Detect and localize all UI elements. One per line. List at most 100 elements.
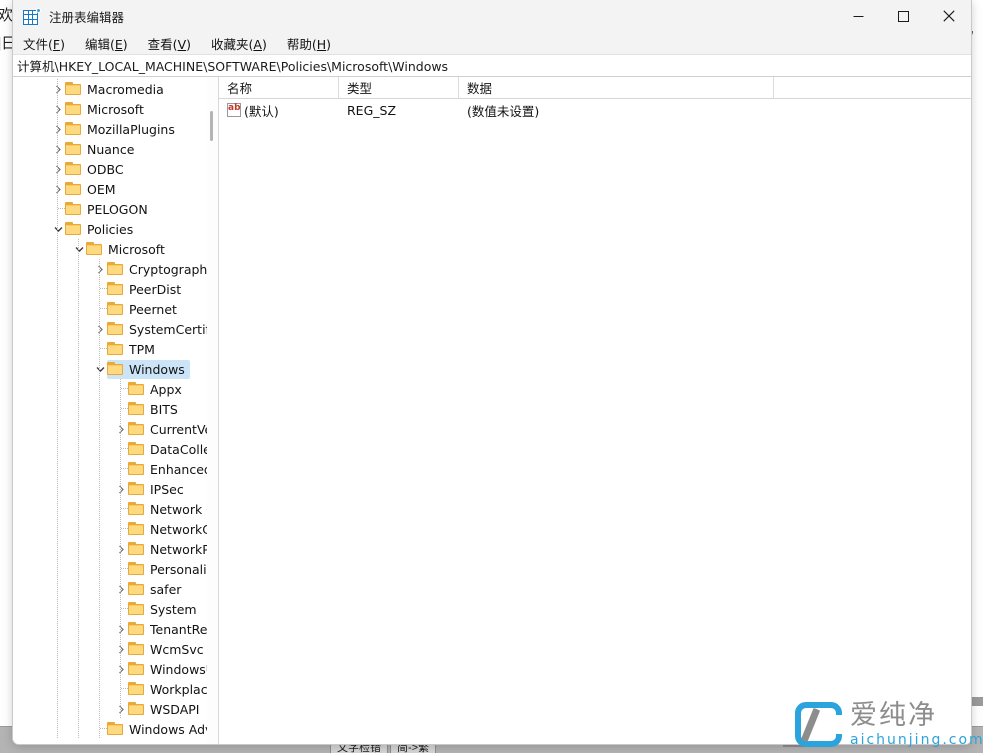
tree-item-peerdist[interactable]: PeerDist	[13, 279, 218, 299]
chevron-right-icon[interactable]	[51, 139, 65, 159]
tree-item-appx[interactable]: Appx	[13, 379, 218, 399]
tree-item-content[interactable]: Cryptography	[107, 260, 218, 279]
tree-item-content[interactable]: Peernet	[107, 300, 182, 319]
tree-item-tpm[interactable]: TPM	[13, 339, 218, 359]
menu-edit[interactable]: 编辑(E)	[85, 34, 128, 53]
tree-item-wcmsvc[interactable]: WcmSvc	[13, 639, 218, 659]
tree-item-content[interactable]: MozillaPlugins	[65, 120, 180, 139]
tree-item-content[interactable]: Workplace Join	[128, 680, 218, 699]
tree-item-macromedia[interactable]: Macromedia	[13, 79, 218, 99]
chevron-right-icon[interactable]	[93, 259, 107, 279]
menu-file[interactable]: 文件(F)	[23, 34, 65, 53]
chevron-right-icon[interactable]	[114, 639, 128, 659]
tree-item-datacollection[interactable]: DataCollection	[13, 439, 218, 459]
tree-item-content[interactable]: NetworkConnectivityStatusIndicator	[128, 520, 218, 539]
tree-item-safer[interactable]: safer	[13, 579, 218, 599]
tree-item-system[interactable]: System	[13, 599, 218, 619]
chevron-right-icon[interactable]	[51, 119, 65, 139]
chevron-right-icon[interactable]	[114, 699, 128, 719]
chevron-right-icon[interactable]	[114, 579, 128, 599]
tree-item-content[interactable]: Microsoft	[86, 240, 170, 259]
tree-item-content[interactable]: Policies	[65, 220, 138, 239]
tree-vertical-scrollbar[interactable]	[207, 77, 218, 745]
tree-item-content[interactable]: CurrentVersion	[128, 420, 218, 439]
menu-help[interactable]: 帮助(H)	[287, 34, 331, 53]
tree-item-tenantrestrictions[interactable]: TenantRestrictions	[13, 619, 218, 639]
tree-item-content[interactable]: WSDAPI	[128, 700, 204, 719]
tree-item-enhancedstoragedevices[interactable]: EnhancedStorageDevices	[13, 459, 218, 479]
tree-item-personalization[interactable]: Personalization	[13, 559, 218, 579]
column-header-name[interactable]: 名称	[219, 77, 339, 98]
menu-favorites[interactable]: 收藏夹(A)	[211, 34, 267, 53]
chevron-right-icon[interactable]	[114, 659, 128, 679]
tree-item-windowsupdate[interactable]: WindowsUpdate	[13, 659, 218, 679]
tree-item-content[interactable]: IPSec	[128, 480, 189, 499]
tree-item-networkprovider[interactable]: NetworkProvider	[13, 539, 218, 559]
tree-item-wsdapi[interactable]: WSDAPI	[13, 699, 218, 719]
tree-item-content[interactable]: Windows	[107, 360, 190, 379]
chevron-right-icon[interactable]	[51, 159, 65, 179]
chevron-right-icon[interactable]	[114, 479, 128, 499]
registry-tree-pane[interactable]: MacromediaMicrosoftMozillaPluginsNuanceO…	[13, 77, 218, 745]
tree-item-content[interactable]: Personalization	[128, 560, 218, 579]
tree-item-content[interactable]: EnhancedStorageDevices	[128, 460, 218, 479]
chevron-right-icon[interactable]	[51, 179, 65, 199]
tree-item-content[interactable]: WindowsUpdate	[128, 660, 218, 679]
tree-item-content[interactable]: Nuance	[65, 140, 139, 159]
tree-item-networkconnectivitystatusindicator[interactable]: NetworkConnectivityStatusIndicator	[13, 519, 218, 539]
tree-item-content[interactable]: DataCollection	[128, 440, 218, 459]
tree-item-microsoft[interactable]: Microsoft	[13, 239, 218, 259]
tree-item-ipsec[interactable]: IPSec	[13, 479, 218, 499]
tree-item-systemcertificates[interactable]: SystemCertificates	[13, 319, 218, 339]
minimize-button[interactable]	[836, 0, 881, 32]
chevron-down-icon[interactable]	[93, 359, 107, 379]
tree-item-content[interactable]: Appx	[128, 380, 187, 399]
table-row[interactable]: ab (默认) REG_SZ (数值未设置)	[219, 100, 972, 120]
chevron-right-icon[interactable]	[114, 539, 128, 559]
tree-item-content[interactable]: Windows Advanced Threat Protection	[107, 720, 218, 739]
maximize-button[interactable]	[881, 0, 926, 32]
tree-item-microsoft[interactable]: Microsoft	[13, 99, 218, 119]
tree-item-peernet[interactable]: Peernet	[13, 299, 218, 319]
chevron-right-icon[interactable]	[51, 99, 65, 119]
tree-item-windows[interactable]: Windows	[13, 359, 218, 379]
tree-item-content[interactable]: OEM	[65, 180, 121, 199]
tree-item-content[interactable]: safer	[128, 580, 186, 599]
tree-item-content[interactable]: TenantRestrictions	[128, 620, 218, 639]
tree-item-content[interactable]: PeerDist	[107, 280, 186, 299]
tree-item-cryptography[interactable]: Cryptography	[13, 259, 218, 279]
tree-item-content[interactable]: NetworkProvider	[128, 540, 218, 559]
close-button[interactable]	[926, 0, 971, 32]
tree-item-workplace-join[interactable]: Workplace Join	[13, 679, 218, 699]
chevron-right-icon[interactable]	[114, 619, 128, 639]
chevron-right-icon[interactable]	[51, 79, 65, 99]
tree-item-currentversion[interactable]: CurrentVersion	[13, 419, 218, 439]
chevron-right-icon[interactable]	[93, 319, 107, 339]
tree-item-content[interactable]: Microsoft	[65, 100, 149, 119]
tree-item-content[interactable]: PELOGON	[65, 200, 153, 219]
tree-item-content[interactable]: ODBC	[65, 160, 129, 179]
tree-item-pelogon[interactable]: PELOGON	[13, 199, 218, 219]
address-bar[interactable]: 计算机\HKEY_LOCAL_MACHINE\SOFTWARE\Policies…	[13, 55, 971, 77]
tree-item-windows-advanced-threat-protection[interactable]: Windows Advanced Threat Protection	[13, 719, 218, 739]
tree-item-nuance[interactable]: Nuance	[13, 139, 218, 159]
tree-item-bits[interactable]: BITS	[13, 399, 218, 419]
tree-item-odbc[interactable]: ODBC	[13, 159, 218, 179]
tree-item-content[interactable]: TPM	[107, 340, 160, 359]
tree-item-content[interactable]: SystemCertificates	[107, 320, 218, 339]
chevron-down-icon[interactable]	[72, 239, 86, 259]
tree-item-content[interactable]: System	[128, 600, 202, 619]
column-header-type[interactable]: 类型	[339, 77, 459, 98]
tree-item-mozillaplugins[interactable]: MozillaPlugins	[13, 119, 218, 139]
column-header-data[interactable]: 数据	[459, 77, 774, 98]
tree-item-content[interactable]: Macromedia	[65, 80, 169, 99]
tree-item-content[interactable]: WcmSvc	[128, 640, 209, 659]
tree-item-content[interactable]: Network Connections	[128, 500, 218, 519]
chevron-right-icon[interactable]	[114, 419, 128, 439]
tree-item-content[interactable]: BITS	[128, 400, 183, 419]
chevron-down-icon[interactable]	[51, 219, 65, 239]
tree-vertical-scrollbar-thumb[interactable]	[210, 111, 213, 141]
menu-view[interactable]: 查看(V)	[148, 34, 191, 53]
tree-item-policies[interactable]: Policies	[13, 219, 218, 239]
tree-item-oem[interactable]: OEM	[13, 179, 218, 199]
